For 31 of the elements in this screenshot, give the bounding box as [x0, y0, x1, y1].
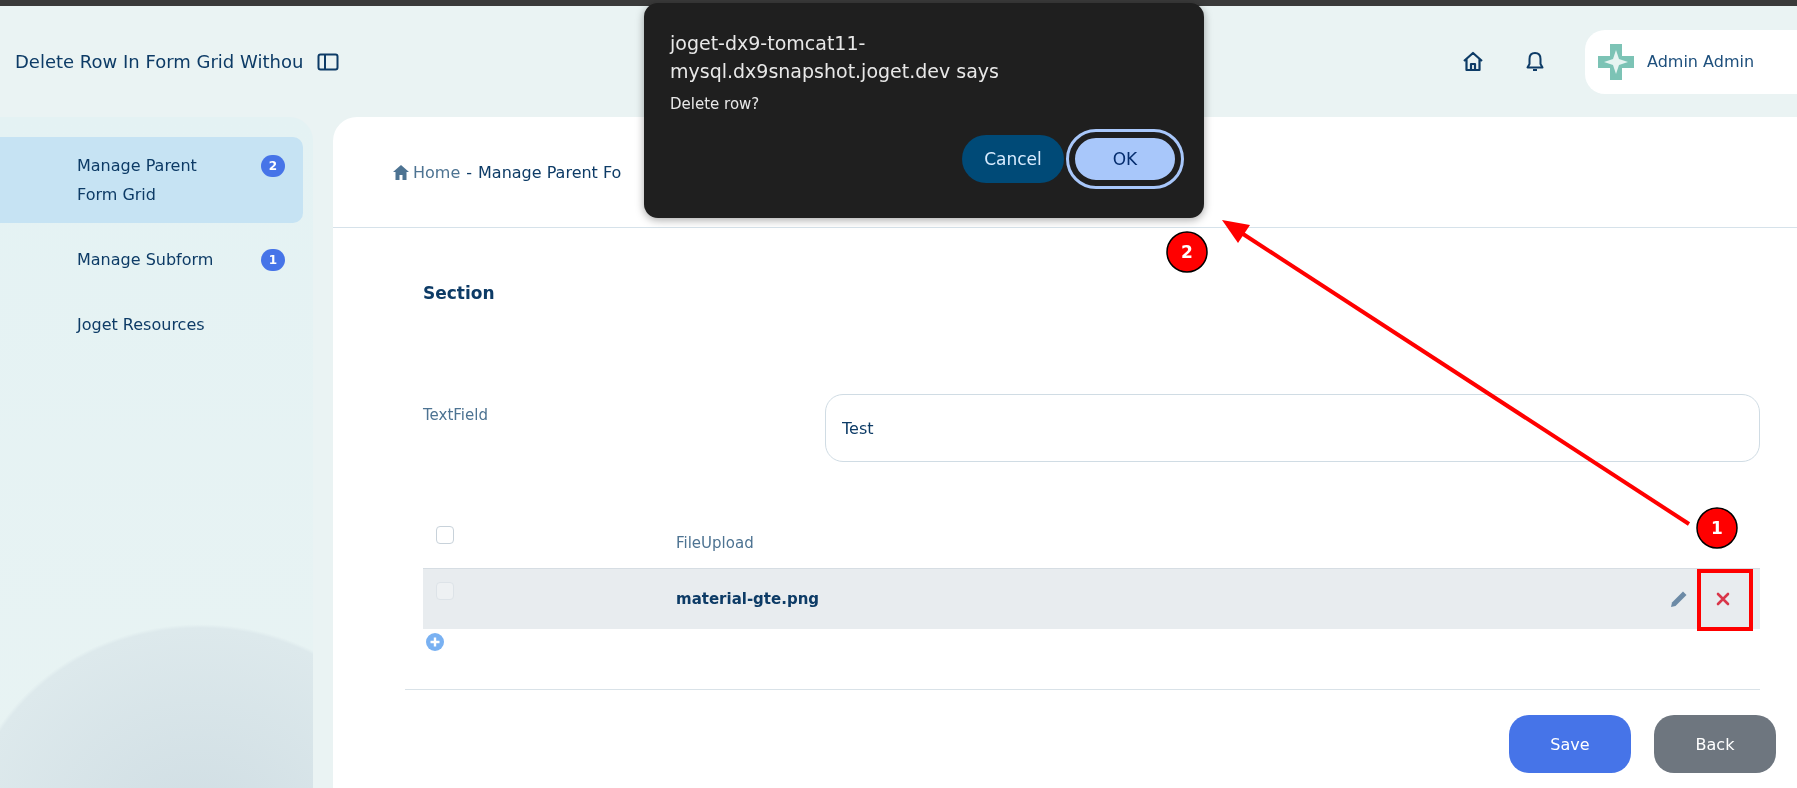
step-marker: 1	[1696, 507, 1738, 549]
dialog-title: joget-dx9-tomcat11-mysql.dx9snapshot.joget.dev says	[670, 31, 1000, 84]
delete-icon[interactable]	[1716, 592, 1730, 606]
back-button[interactable]: Back	[1654, 715, 1776, 773]
dialog-message: Delete row?	[670, 95, 761, 113]
file-name: material-gte.png	[676, 590, 821, 608]
home-icon	[393, 164, 409, 180]
sidebar-item[interactable]: Manage Subform 1	[0, 231, 303, 288]
app-title: Delete Row In Form Grid Withou	[15, 51, 304, 72]
save-button[interactable]: Save	[1509, 715, 1631, 773]
select-all-checkbox[interactable]	[436, 526, 454, 544]
add-row-icon[interactable]	[426, 633, 444, 651]
sidebar-item[interactable]: Manage Parent Form Grid 2	[0, 137, 303, 223]
home-link[interactable]: Home	[393, 162, 461, 182]
count-badge: 2	[261, 155, 285, 177]
home-icon[interactable]	[1461, 49, 1485, 74]
count-badge: 1	[261, 249, 285, 271]
breadcrumb-current: Manage Parent Fo	[478, 162, 622, 182]
highlight-frame	[1697, 569, 1753, 631]
sidebar-toggle-icon[interactable]	[317, 52, 340, 71]
user-menu[interactable]: Admin Admin	[1585, 29, 1797, 94]
cancel-button[interactable]: Cancel	[962, 135, 1064, 183]
text-input[interactable]: Test	[825, 394, 1760, 462]
step-marker: 2	[1166, 231, 1208, 273]
user-avatar-icon	[1597, 42, 1635, 81]
section-heading: Section	[423, 283, 496, 303]
field-label: TextField	[423, 405, 489, 424]
pencil-icon[interactable]	[1669, 589, 1689, 609]
breadcrumb-separator: -	[466, 162, 473, 182]
sidebar-item[interactable]: Joget Resources	[0, 296, 303, 353]
column-header: FileUpload	[676, 534, 754, 552]
